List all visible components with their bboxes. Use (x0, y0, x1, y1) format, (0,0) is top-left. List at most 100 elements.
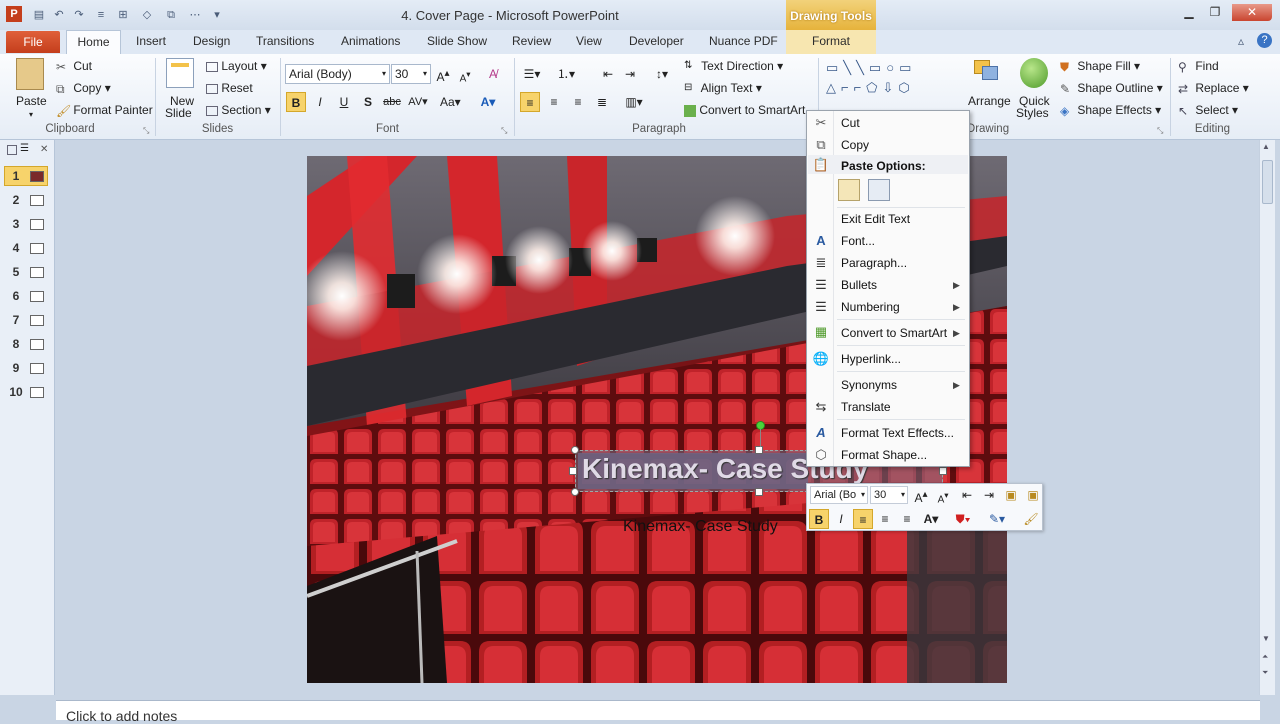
slide-subtitle[interactable]: Kinemax- Case Study (623, 518, 778, 536)
thumbnail-slide[interactable] (30, 243, 44, 254)
tab-view[interactable]: View (576, 34, 602, 48)
mini-font-color-icon[interactable]: A▾ (921, 509, 941, 529)
font-size-combo[interactable]: 30 ▾ (391, 64, 431, 84)
line-spacing-icon[interactable]: ↕▾ (652, 64, 672, 84)
paste-button[interactable]: Paste (16, 94, 47, 108)
mini-align-right-icon[interactable]: ≡ (897, 509, 917, 529)
section-button[interactable]: Section ▾ (206, 103, 271, 117)
thumbnail-number[interactable]: 2 (6, 193, 26, 207)
select-button[interactable]: ↖ Select ▾ (1178, 103, 1238, 118)
bullets-icon[interactable]: ☰▾ (522, 64, 542, 84)
mini-font-size-combo[interactable]: 30 ▾ (870, 486, 908, 504)
resize-handle[interactable] (571, 446, 579, 454)
align-text-button[interactable]: ⊟ Align Text ▾ (684, 81, 762, 96)
font-color-icon[interactable]: A▾ (478, 92, 498, 112)
arrange-button[interactable]: Arrange (968, 94, 1011, 108)
shape-outline-button[interactable]: ✎ Shape Outline ▾ (1060, 81, 1163, 96)
new-slide-icon[interactable] (166, 58, 194, 88)
help-icon[interactable]: ? (1257, 33, 1272, 48)
justify-icon[interactable]: ≣ (592, 92, 612, 112)
minimize-icon[interactable]: ▁ (1176, 4, 1202, 21)
menu-item-cut[interactable]: Cut (841, 116, 860, 130)
decrease-indent-icon[interactable]: ⇤ (598, 64, 618, 84)
resize-handle[interactable] (569, 467, 577, 475)
tab-nuance-pdf[interactable]: Nuance PDF (709, 34, 778, 48)
thumbnail-number[interactable]: 5 (6, 265, 26, 279)
resize-handle[interactable] (755, 446, 763, 454)
menu-item-exit-edit-text[interactable]: Exit Edit Text (841, 212, 910, 226)
menu-item-paragraph[interactable]: Paragraph... (841, 256, 907, 270)
outline-view-icon[interactable]: ☰ (20, 144, 34, 156)
mini-bold-icon[interactable]: B (809, 509, 829, 529)
scroll-up-icon[interactable]: ▲ (1262, 142, 1270, 151)
resize-handle[interactable] (755, 488, 763, 496)
thumbnail-slide[interactable] (30, 315, 44, 326)
thumbnail-number[interactable]: 10 (6, 385, 26, 399)
notes-pane[interactable]: Click to add notes (56, 700, 1260, 724)
drawing-launcher-icon[interactable]: ⤡ (1157, 126, 1163, 136)
scroll-thumb[interactable] (1262, 160, 1273, 204)
resize-handle[interactable] (571, 488, 579, 496)
text-shadow-icon[interactable]: S (358, 92, 378, 112)
cut-button[interactable]: ✂ Cut (56, 59, 92, 74)
thumbnail-number[interactable]: 1 (6, 169, 26, 183)
close-icon[interactable]: ✕ (1232, 4, 1272, 21)
tab-animations[interactable]: Animations (341, 34, 400, 48)
columns-icon[interactable]: ▥▾ (624, 92, 644, 112)
mini-decrease-indent-icon[interactable]: ⇤ (957, 485, 977, 505)
new-slide-label-2[interactable]: Slide (165, 106, 192, 120)
shape-fill-button[interactable]: ⛊ Shape Fill ▾ (1060, 59, 1140, 74)
arrange-icon[interactable] (972, 60, 1002, 88)
scroll-down-icon[interactable]: ▼ (1262, 634, 1270, 643)
shrink-font-icon[interactable]: A▾ (455, 64, 475, 84)
mini-format-painter-icon[interactable]: 🖌 (1021, 509, 1041, 529)
menu-item-translate[interactable]: Translate (841, 400, 891, 414)
underline-icon[interactable]: U (334, 92, 354, 112)
menu-item-bullets[interactable]: Bullets (841, 278, 877, 292)
menu-item-synonyms[interactable]: Synonyms (841, 378, 897, 392)
mini-grow-font-icon[interactable]: A▴ (911, 485, 931, 505)
tab-slide-show[interactable]: Slide Show (427, 34, 487, 48)
italic-icon[interactable]: I (310, 92, 330, 112)
find-button[interactable]: ⚲ Find (1178, 59, 1219, 74)
mini-outline-color-icon[interactable]: ✎▾ (987, 509, 1007, 529)
menu-item-font[interactable]: Font... (841, 234, 875, 248)
thumbnail-number[interactable]: 4 (6, 241, 26, 255)
thumbnail-number[interactable]: 7 (6, 313, 26, 327)
increase-indent-icon[interactable]: ⇥ (620, 64, 640, 84)
thumbnail-slide[interactable] (30, 363, 44, 374)
mini-italic-icon[interactable]: I (831, 509, 851, 529)
quick-styles-icon[interactable] (1020, 58, 1048, 88)
mini-font-name-combo[interactable]: Arial (Bo ▾ (810, 486, 868, 504)
thumbnail-slide[interactable] (30, 339, 44, 350)
align-left-icon[interactable]: ≡ (520, 92, 540, 112)
thumbnail-slide[interactable] (30, 291, 44, 302)
align-center-icon[interactable]: ≡ (544, 92, 564, 112)
close-pane-icon[interactable]: ✕ (40, 144, 48, 155)
copy-button[interactable]: ⧉ Copy ▾ (56, 81, 111, 96)
bold-icon[interactable]: B (286, 92, 306, 112)
thumbnail-slide[interactable] (30, 387, 44, 398)
paste-keep-format-icon[interactable] (838, 179, 860, 201)
mini-shrink-font-icon[interactable]: A▾ (933, 485, 953, 505)
font-name-combo[interactable]: Arial (Body) ▾ (285, 64, 390, 84)
tab-developer[interactable]: Developer (629, 34, 684, 48)
slides-view-icon[interactable] (7, 145, 17, 155)
mini-shape-style-icon[interactable]: ▣ (1001, 485, 1021, 505)
shapes-gallery[interactable]: ▭╲╲▭○▭ △⌐⌐⬠⇩⬡ (826, 58, 964, 110)
clipboard-launcher-icon[interactable]: ⤡ (143, 126, 149, 136)
previous-slide-icon[interactable]: ⏶ (1262, 652, 1268, 662)
tab-insert[interactable]: Insert (136, 34, 166, 48)
replace-button[interactable]: ⇄ Replace ▾ (1178, 81, 1249, 96)
clear-formatting-icon[interactable]: A̸ (483, 64, 503, 84)
tab-file[interactable]: File (6, 31, 60, 53)
thumbnail-number[interactable]: 6 (6, 289, 26, 303)
layout-button[interactable]: Layout ▾ (206, 59, 267, 73)
paste-dropdown-icon[interactable]: ▾ (29, 110, 33, 119)
mini-arrange-icon[interactable]: ▣ (1023, 485, 1043, 505)
menu-item-convert-smartart[interactable]: Convert to SmartArt (841, 326, 947, 340)
text-direction-button[interactable]: ⇅ Text Direction ▾ (684, 59, 783, 74)
paste-picture-icon[interactable] (868, 179, 890, 201)
paste-icon[interactable] (16, 58, 44, 90)
menu-item-numbering[interactable]: Numbering (841, 300, 900, 314)
